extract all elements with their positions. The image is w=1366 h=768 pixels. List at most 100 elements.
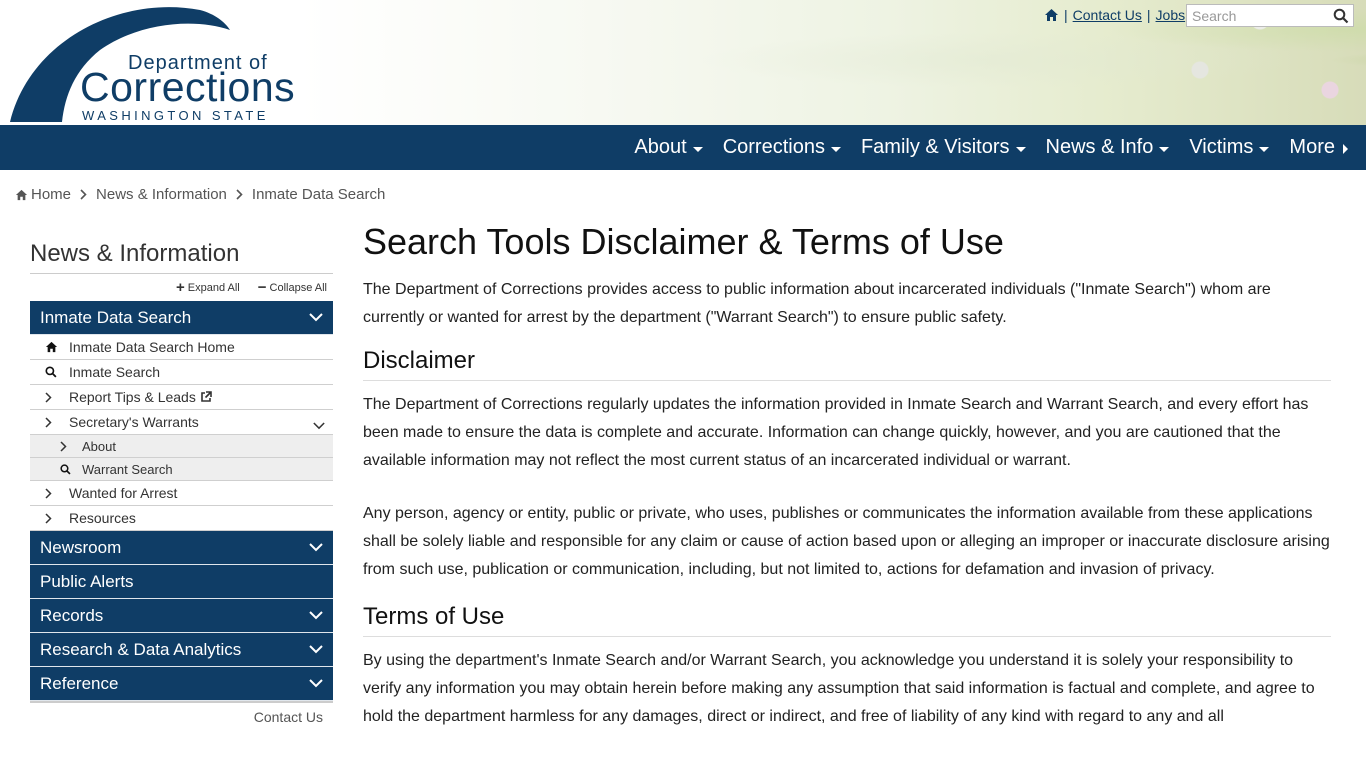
chevron-right-icon xyxy=(236,189,243,200)
nav-label: Corrections xyxy=(722,136,825,158)
disclaimer-paragraph: The Department of Corrections regularly … xyxy=(363,396,1309,469)
sidebar-item-label: Wanted for Arrest xyxy=(69,485,178,501)
chevron-right-icon xyxy=(45,487,69,499)
section-label: Research & Data Analytics xyxy=(40,639,242,659)
caret-down-icon xyxy=(1159,146,1170,152)
minus-icon: − xyxy=(257,279,267,296)
logo-line-corrections: Corrections xyxy=(80,64,296,110)
sidebar-section-inmate-data-search[interactable]: Inmate Data Search xyxy=(30,301,333,335)
chevron-right-icon xyxy=(80,189,87,200)
plus-icon: + xyxy=(176,279,185,296)
search-icon xyxy=(60,463,82,475)
section-label: Public Alerts xyxy=(40,571,134,591)
sidebar-subitem-about[interactable]: About xyxy=(30,435,333,458)
site-header: Department of Corrections WASHINGTON STA… xyxy=(0,0,1366,125)
jobs-link[interactable]: Jobs xyxy=(1156,7,1186,23)
expand-all-button[interactable]: + Expand All xyxy=(176,279,240,296)
nav-label: About xyxy=(634,136,687,158)
section-label: Reference xyxy=(40,673,119,693)
nav-item-news-info[interactable]: News & Info xyxy=(1046,136,1170,159)
chevron-down-icon xyxy=(309,543,323,552)
caret-down-icon xyxy=(830,146,841,152)
caret-down-icon xyxy=(1259,146,1270,152)
terms-paragraph: By using the department's Inmate Search … xyxy=(363,652,1315,725)
sidebar-section-research-data-analytics[interactable]: Research & Data Analytics xyxy=(30,633,333,667)
sidebar-item-report-tips[interactable]: Report Tips & Leads xyxy=(30,385,333,410)
chevron-down-icon[interactable] xyxy=(313,417,325,433)
nav-label: Family & Visitors xyxy=(860,136,1010,158)
sidebar-item-label: Resources xyxy=(69,510,136,526)
sidebar-item-resources[interactable]: Resources xyxy=(30,506,333,531)
utility-links: | Contact Us | Jobs xyxy=(1044,4,1185,26)
sidebar-item-label: Secretary's Warrants xyxy=(69,414,199,430)
disclaimer-paragraph: Any person, agency or entity, public or … xyxy=(363,505,1330,578)
expand-all-label: Expand All xyxy=(187,281,240,294)
chevron-down-icon xyxy=(309,611,323,620)
external-link-icon xyxy=(200,391,212,403)
expand-collapse-controls: + Expand All − Collapse All xyxy=(30,274,333,301)
sidebar-section-reference[interactable]: Reference xyxy=(30,667,333,701)
sidebar-section-records[interactable]: Records xyxy=(30,599,333,633)
search-icon[interactable] xyxy=(1333,8,1349,24)
sidebar-item-label: Inmate Search xyxy=(69,364,161,380)
sidebar-section-newsroom[interactable]: Newsroom xyxy=(30,531,333,565)
breadcrumb-inmate-data-search[interactable]: Inmate Data Search xyxy=(252,186,385,203)
home-icon xyxy=(15,189,28,201)
contact-us-link[interactable]: Contact Us xyxy=(1073,7,1142,23)
sidebar-title: News & Information xyxy=(30,230,333,274)
search-icon xyxy=(45,366,69,378)
logo-line-state: WASHINGTON STATE xyxy=(82,108,269,123)
breadcrumb: Home News & Information Inmate Data Sear… xyxy=(15,186,385,203)
breadcrumb-home[interactable]: Home xyxy=(31,186,71,203)
page-title: Search Tools Disclaimer & Terms of Use xyxy=(363,221,1004,262)
nav-label: More xyxy=(1289,136,1335,158)
utility-separator: | xyxy=(1064,7,1068,23)
sidebar-item-label: About xyxy=(82,438,116,454)
sidebar-item-label: Warrant Search xyxy=(82,461,173,477)
chevron-down-icon xyxy=(309,313,323,322)
section-label: Records xyxy=(40,605,104,625)
sidebar-item-inmate-search[interactable]: Inmate Search xyxy=(30,360,333,385)
collapse-all-button[interactable]: − Collapse All xyxy=(258,279,327,296)
sidebar-item-label: Inmate Data Search Home xyxy=(69,339,235,355)
chevron-right-icon xyxy=(45,391,69,403)
nav-label: News & Info xyxy=(1045,136,1154,158)
chevron-down-icon xyxy=(309,679,323,688)
nav-label: Victims xyxy=(1189,136,1254,158)
terms-heading: Terms of Use xyxy=(363,602,1331,637)
sidebar-item-secretarys-warrants[interactable]: Secretary's Warrants xyxy=(30,410,333,435)
sidebar-contact-us-link[interactable]: Contact Us xyxy=(30,701,333,725)
sidebar-section-public-alerts[interactable]: Public Alerts xyxy=(30,565,333,599)
section-label: Newsroom xyxy=(40,537,122,557)
sidebar-subitem-warrant-search[interactable]: Warrant Search xyxy=(30,458,333,481)
utility-separator: | xyxy=(1146,7,1151,23)
search-input[interactable] xyxy=(1187,5,1327,26)
nav-item-more[interactable]: More xyxy=(1289,136,1348,159)
sidebar: News & Information + Expand All − Collapse… xyxy=(30,230,333,725)
home-icon[interactable] xyxy=(1044,8,1059,22)
intro-paragraph: The Department of Corrections provides a… xyxy=(363,281,1271,326)
chevron-right-icon xyxy=(45,416,69,428)
section-label: Inmate Data Search xyxy=(40,307,192,327)
collapse-all-label: Collapse All xyxy=(269,281,327,294)
chevron-down-icon xyxy=(309,645,323,654)
sidebar-item-inmate-data-search-home[interactable]: Inmate Data Search Home xyxy=(30,335,333,360)
nav-item-about[interactable]: About xyxy=(634,136,703,159)
sidebar-item-label: Report Tips & Leads xyxy=(69,389,196,405)
home-icon xyxy=(45,341,69,353)
nav-item-family-visitors[interactable]: Family & Visitors xyxy=(861,136,1026,159)
sidebar-item-wanted-for-arrest[interactable]: Wanted for Arrest xyxy=(30,481,333,506)
doc-logo[interactable]: Department of Corrections WASHINGTON STA… xyxy=(0,0,310,125)
breadcrumb-news-information[interactable]: News & Information xyxy=(96,186,227,203)
caret-down-icon xyxy=(1015,146,1026,152)
nav-item-corrections[interactable]: Corrections xyxy=(723,136,841,159)
caret-down-icon xyxy=(692,146,703,152)
caret-right-icon xyxy=(1343,143,1348,154)
main-content: Search Tools Disclaimer & Terms of Use T… xyxy=(363,222,1331,731)
site-search xyxy=(1186,4,1354,27)
chevron-right-icon xyxy=(60,440,82,452)
main-navigation: About Corrections Family & Visitors News… xyxy=(0,125,1366,170)
disclaimer-heading: Disclaimer xyxy=(363,346,1331,381)
chevron-right-icon xyxy=(45,512,69,524)
nav-item-victims[interactable]: Victims xyxy=(1189,136,1270,159)
